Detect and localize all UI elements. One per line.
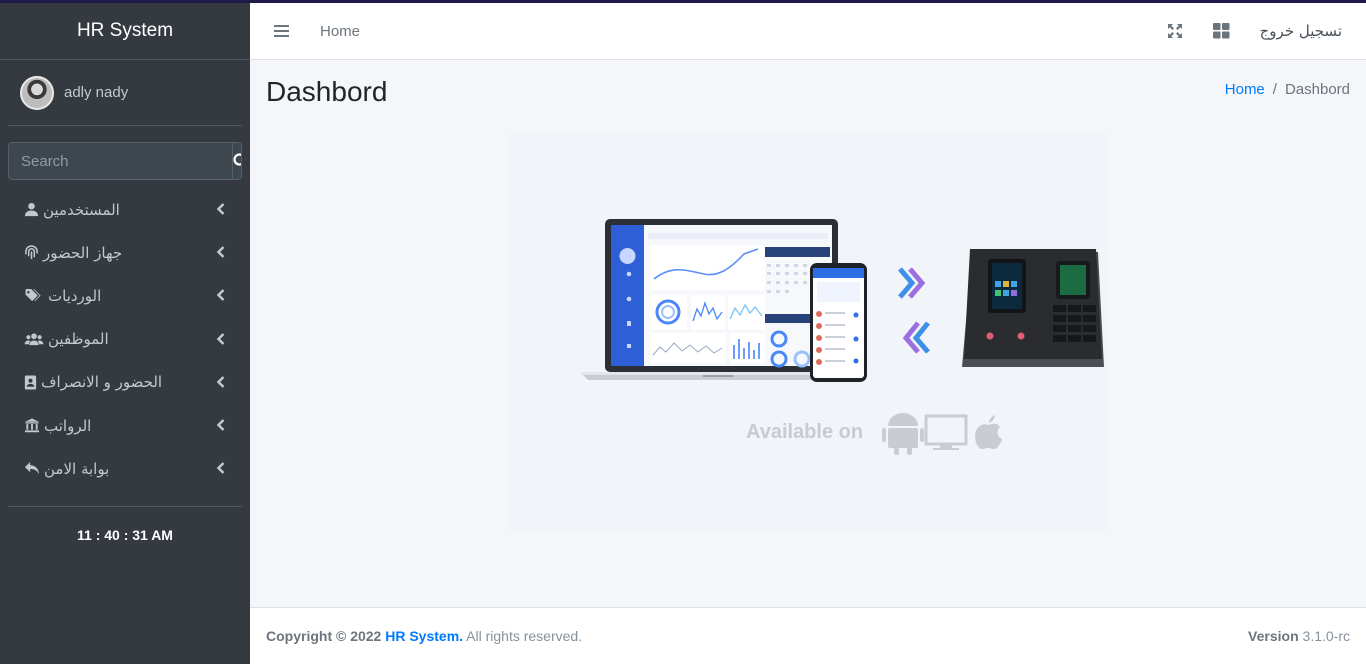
- breadcrumb-home[interactable]: Home: [1225, 81, 1265, 98]
- tags-icon: [25, 289, 41, 302]
- available-on-text: Available on: [746, 421, 864, 443]
- version-info: Version 3.1.0-rc: [1248, 628, 1350, 644]
- user-icon: [24, 203, 39, 217]
- chevron-left-icon: [216, 289, 225, 302]
- menu-toggle-icon[interactable]: [274, 24, 290, 38]
- sidebar-item-label: جهاز الحضور: [43, 243, 123, 262]
- version-value: 3.1.0-rc: [1302, 628, 1350, 644]
- fullscreen-icon[interactable]: [1167, 23, 1183, 39]
- apple-icon: [975, 415, 1002, 449]
- sync-arrows-illustration: [898, 267, 930, 354]
- chevron-left-icon: [216, 375, 225, 388]
- id-badge-icon: [24, 375, 37, 390]
- chevron-left-icon: [216, 419, 225, 431]
- copyright-prefix: Copyright © 2022: [266, 628, 386, 644]
- chevron-left-icon: [216, 332, 225, 345]
- sidebar-nav: المستخدمين جهاز الحضور الورديات الموظفين: [0, 188, 250, 490]
- sidebar-divider: [8, 506, 242, 508]
- sidebar-item-employees[interactable]: الموظفين: [0, 318, 250, 361]
- phone-illustration: [810, 263, 867, 382]
- version-label: Version: [1248, 628, 1299, 644]
- breadcrumb-current: Dashbord: [1284, 81, 1350, 98]
- sidebar-item-label: الموظفين: [48, 330, 109, 349]
- nav-home-link[interactable]: Home: [320, 23, 360, 40]
- avatar[interactable]: [20, 75, 54, 110]
- sidebar: HR System adly nady المستخدمين جهاز الحض…: [0, 0, 250, 664]
- brand-title[interactable]: HR System: [0, 0, 250, 60]
- footer-brand-link[interactable]: HR System.: [385, 628, 463, 644]
- sidebar-item-label: المستخدمين: [43, 200, 120, 219]
- search-icon: [233, 153, 241, 166]
- breadcrumb-separator: /: [1272, 81, 1277, 98]
- sidebar-item-label: الورديات: [48, 286, 102, 305]
- top-navbar: Home تسجيل خروج: [250, 3, 1366, 60]
- sidebar-item-salaries[interactable]: الرواتب: [0, 404, 250, 447]
- rights-text: All rights reserved.: [463, 628, 583, 644]
- search-input[interactable]: [9, 143, 232, 179]
- footer: Copyright © 2022 HR System. All rights r…: [250, 607, 1366, 664]
- user-panel[interactable]: adly nady: [8, 60, 242, 126]
- devices-illustration: [581, 219, 1104, 455]
- chevron-left-icon: [216, 462, 225, 475]
- reply-icon: [24, 462, 40, 475]
- breadcrumb: Home / Dashbord: [1225, 81, 1350, 98]
- chevron-left-icon: [216, 246, 225, 259]
- desktop-icon: [924, 414, 968, 450]
- sidebar-item-attendance-device[interactable]: جهاز الحضور: [0, 231, 250, 274]
- sidebar-item-users[interactable]: المستخدمين: [0, 188, 250, 231]
- sidebar-item-label: بوابة الامن: [44, 459, 110, 478]
- sidebar-item-label: الرواتب: [44, 416, 92, 435]
- bank-icon: [24, 418, 40, 433]
- chevron-left-icon: [216, 203, 225, 215]
- fingerprint-icon: [25, 245, 38, 260]
- sidebar-item-label: الحضور و الانصراف: [41, 373, 163, 392]
- clock: 11 : 40 : 31 AM: [77, 527, 173, 544]
- android-icon: [882, 413, 924, 455]
- page-title: Dashbord: [266, 76, 388, 107]
- sidebar-item-security-gate[interactable]: بوابة الامن: [0, 447, 250, 490]
- top-accent-line: [0, 0, 1366, 3]
- grid-icon[interactable]: [1212, 23, 1230, 39]
- header-right: تسجيل خروج: [1167, 22, 1366, 40]
- user-name[interactable]: adly nady: [64, 84, 128, 101]
- sidebar-item-attendance[interactable]: الحضور و الانصراف: [0, 361, 250, 404]
- search-form: [8, 142, 242, 180]
- users-icon: [24, 333, 44, 345]
- hero-illustration: [508, 133, 1108, 533]
- logout-link[interactable]: تسجيل خروج: [1260, 22, 1342, 40]
- copyright: Copyright © 2022 HR System. All rights r…: [266, 628, 582, 644]
- biometric-device-illustration: [962, 249, 1104, 367]
- sidebar-item-shifts[interactable]: الورديات: [0, 274, 250, 317]
- search-button[interactable]: [232, 143, 241, 179]
